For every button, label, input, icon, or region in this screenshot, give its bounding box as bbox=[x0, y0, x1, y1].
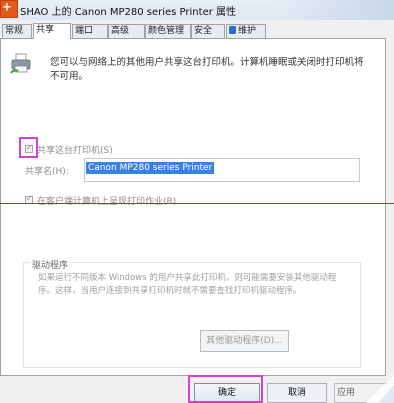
app-icon: + bbox=[0, 0, 18, 18]
tab-ports[interactable]: 端口 bbox=[72, 24, 108, 38]
tab-maintenance[interactable]: 维护 bbox=[226, 24, 266, 38]
tab-color-management[interactable]: 颜色管理 bbox=[145, 24, 191, 38]
share-printer-label: 共享这台打印机(S) bbox=[37, 146, 113, 156]
ok-button-highlight bbox=[188, 375, 263, 403]
share-name-label: 共享名(H): bbox=[25, 167, 69, 177]
additional-drivers-button[interactable]: 其他驱动程序(D)... bbox=[200, 330, 289, 352]
tab-general[interactable]: 常规 bbox=[2, 24, 32, 38]
tab-security[interactable]: 安全 bbox=[191, 24, 225, 38]
corner-decoration bbox=[366, 375, 394, 403]
share-name-input[interactable]: Canon MP280 series Printer bbox=[84, 158, 360, 182]
cancel-button[interactable]: 取消 bbox=[267, 383, 327, 403]
title-bar-decoration bbox=[274, 0, 394, 20]
maintenance-tab-icon bbox=[229, 26, 236, 34]
title-bar: + SHAO 上的 Canon MP280 series Printer 属性 bbox=[0, 0, 394, 20]
tab-strip: 常规 共享 端口 高级 颜色管理 安全 维护 bbox=[0, 23, 394, 39]
drivers-description: 如果运行不同版本 Windows 的用户共享此打印机，则可能需要安装其他驱动程序… bbox=[38, 273, 337, 296]
tab-sharing[interactable]: 共享 bbox=[33, 23, 71, 39]
drivers-group-label: 驱动程序 bbox=[30, 258, 71, 271]
annotation-line bbox=[0, 203, 394, 204]
window-title: SHAO 上的 Canon MP280 series Printer 属性 bbox=[20, 7, 237, 18]
printer-icon bbox=[10, 53, 31, 74]
sharing-description: 您可以与网络上的其他用户共享这台打印机。计算机睡眠或关闭时打印机将不可用。 bbox=[50, 57, 364, 82]
share-name-value: Canon MP280 series Printer bbox=[86, 162, 215, 174]
share-checkbox-highlight bbox=[19, 137, 38, 158]
render-jobs-label: 在客户端计算机上呈现打印作业(R) bbox=[37, 197, 177, 207]
tab-advanced[interactable]: 高级 bbox=[108, 24, 145, 38]
tab-maintenance-label: 维护 bbox=[238, 26, 257, 36]
